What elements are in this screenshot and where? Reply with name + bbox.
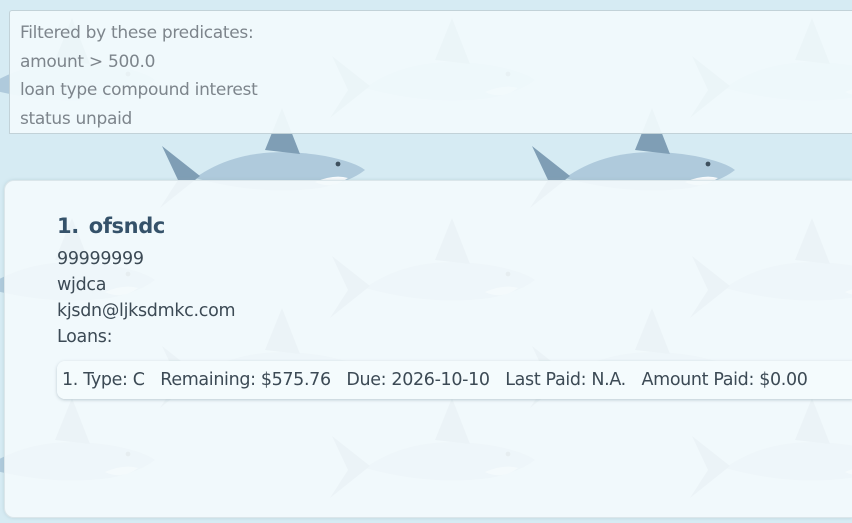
loan-last-paid: Last Paid: N.A. [505, 370, 626, 390]
filter-predicates-panel: Filtered by these predicates: amount > 5… [9, 10, 852, 134]
person-card[interactable]: 1. ofsndc 99999999 wjdca kjsdn@ljksdmkc.c… [4, 180, 852, 518]
loan-item[interactable]: 1. Type: C Remaining: $575.76 Due: 2026-… [57, 361, 852, 399]
filter-heading: Filtered by these predicates: [20, 23, 254, 43]
loans-label: Loans: [57, 327, 113, 347]
filter-predicate: loan type compound interest [20, 80, 258, 101]
person-email: kjsdn@ljksdmkc.com [57, 301, 236, 321]
person-phone: 99999999 [57, 249, 144, 269]
loan-remaining: Remaining: $575.76 [160, 370, 331, 390]
loan-index: 1. [62, 370, 78, 390]
loan-text: 1. Type: C Remaining: $575.76 Due: 2026-… [62, 370, 808, 390]
person-address: wjdca [57, 275, 107, 295]
filter-predicate: status unpaid [20, 109, 133, 130]
filter-predicate: amount > 500.0 [20, 51, 156, 72]
loan-type: Type: C [83, 370, 145, 390]
person-name: ofsndc [88, 214, 165, 238]
loan-amount-paid: Amount Paid: $0.00 [641, 370, 808, 390]
loan-due: Due: 2026-10-10 [346, 370, 490, 390]
person-index: 1. [57, 214, 79, 238]
person-title: 1. ofsndc [57, 214, 165, 238]
